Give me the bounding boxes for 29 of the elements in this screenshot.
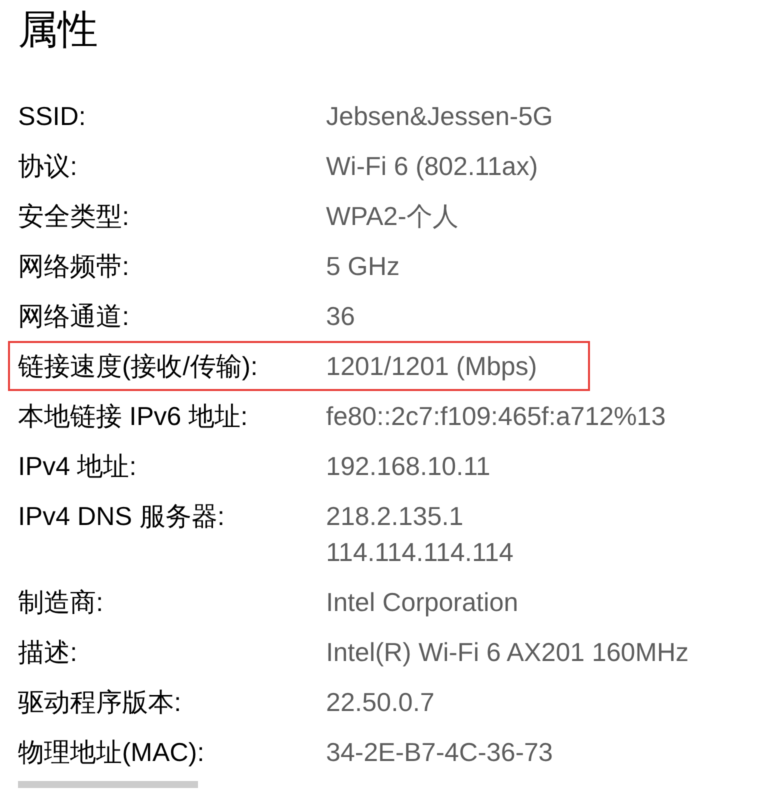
- property-label: 物理地址(MAC):: [18, 737, 204, 767]
- property-label: 制造商:: [18, 587, 104, 617]
- property-value: 114.114.114.114: [326, 536, 514, 569]
- property-label: SSID:: [18, 101, 86, 131]
- property-label: 本地链接 IPv6 地址:: [18, 401, 248, 431]
- property-label: 链接速度(接收/传输):: [18, 351, 258, 381]
- property-value: 34-2E-B7-4C-36-73: [326, 736, 553, 769]
- property-label: 网络通道:: [18, 301, 130, 331]
- property-label: 网络频带:: [18, 251, 130, 281]
- property-label: 协议:: [18, 151, 78, 181]
- property-value: Intel Corporation: [326, 586, 518, 619]
- property-value: 192.168.10.11: [326, 450, 490, 483]
- property-value: Jebsen&Jessen-5G: [326, 100, 553, 133]
- property-label: IPv4 DNS 服务器:: [18, 501, 225, 531]
- property-value: Intel(R) Wi-Fi 6 AX201 160MHz: [326, 636, 689, 669]
- partial-button[interactable]: [18, 781, 198, 788]
- property-value: 22.50.0.7: [326, 686, 434, 719]
- property-value: Wi-Fi 6 (802.11ax): [326, 150, 538, 183]
- page-title: 属性: [18, 7, 98, 54]
- property-value: WPA2-个人: [326, 200, 458, 233]
- property-label: 描述:: [18, 637, 78, 667]
- property-value: 218.2.135.1: [326, 500, 464, 533]
- property-label: IPv4 地址:: [18, 451, 136, 481]
- property-value: fe80::2c7:f109:465f:a712%13: [326, 400, 666, 433]
- property-label: 驱动程序版本:: [18, 687, 182, 717]
- property-value: 1201/1201 (Mbps): [326, 350, 538, 383]
- property-value: 36: [326, 300, 355, 333]
- property-label: 安全类型:: [18, 201, 130, 231]
- property-value: 5 GHz: [326, 250, 400, 283]
